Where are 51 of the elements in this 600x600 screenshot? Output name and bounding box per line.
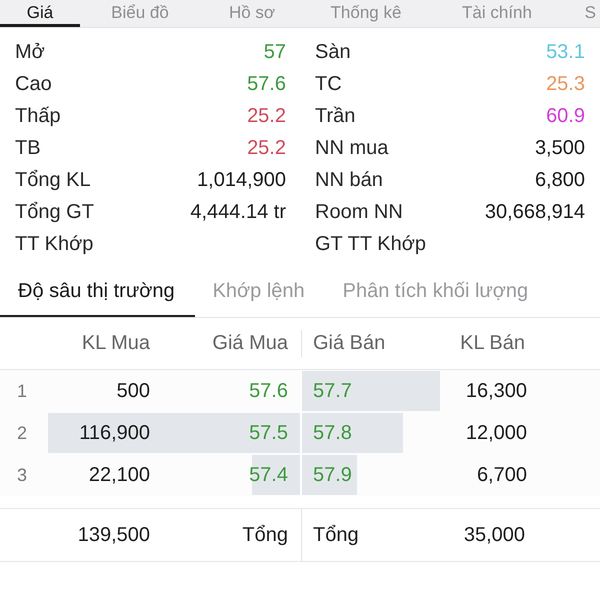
- ask-price: 57.8: [312, 422, 353, 444]
- ask-volume: 16,300: [466, 380, 528, 402]
- total-bid-volume: 139,500: [76, 524, 150, 546]
- stat-value: 6,800: [534, 168, 585, 192]
- ask-price: 57.7: [312, 380, 353, 402]
- stat-value: 3,500: [534, 136, 585, 160]
- stat-value: 25.3: [546, 72, 585, 96]
- ask-volume: 6,700: [476, 464, 528, 486]
- bid-price: 57.4: [248, 464, 289, 486]
- tab[interactable]: Độ sâu thị trường: [0, 270, 195, 317]
- column-header: Giá Bán: [312, 332, 386, 355]
- stat-label: TC: [315, 72, 342, 96]
- stat-label: Tổng GT: [15, 200, 94, 224]
- stat-label: Mở: [15, 40, 45, 64]
- bid-volume: 22,100: [88, 464, 150, 486]
- column-header: Giá Mua: [211, 332, 289, 355]
- stat-value: 1,014,900: [197, 168, 286, 192]
- stat-label: TT Khớp: [15, 232, 94, 256]
- row-number: 3: [16, 464, 28, 486]
- column-header: KL Bán: [460, 332, 526, 355]
- stat-value: 4,444.14 tr: [190, 200, 286, 224]
- ask-volume: 12,000: [466, 422, 528, 444]
- total-ask-volume: 35,000: [464, 524, 526, 546]
- stat-label: Cao: [15, 72, 52, 96]
- stat-label: Thấp: [15, 104, 61, 128]
- stat-value: 25.2: [247, 136, 286, 160]
- stat-label: GT TT Khớp: [315, 232, 426, 256]
- tab[interactable]: Giá: [0, 0, 80, 27]
- total-label: Tổng: [312, 524, 360, 546]
- stat-label: NN bán: [315, 168, 383, 192]
- column-header: KL Mua: [80, 332, 150, 355]
- stat-value: 57: [264, 40, 286, 64]
- stat-label: Trần: [315, 104, 356, 128]
- stat-label: NN mua: [315, 136, 388, 160]
- stat-value: 60.9: [546, 104, 585, 128]
- stat-value: 30,668,914: [484, 200, 585, 224]
- bid-volume: 500: [116, 380, 150, 402]
- stat-value: 57.6: [247, 72, 286, 96]
- total-label: Tổng: [241, 524, 289, 546]
- bid-price: 57.5: [248, 422, 289, 444]
- stat-label: Room NN: [315, 200, 403, 224]
- bid-volume: 116,900: [78, 422, 150, 444]
- stat-label: TB: [15, 136, 41, 160]
- stat-value: 53.1: [546, 40, 585, 64]
- row-number: 1: [16, 380, 28, 402]
- row-number: 2: [16, 422, 28, 444]
- bid-price: 57.6: [248, 380, 289, 402]
- stat-value: 25.2: [247, 104, 286, 128]
- stat-label: Sàn: [315, 40, 351, 64]
- ask-price: 57.9: [312, 464, 353, 486]
- stat-label: Tổng KL: [15, 168, 91, 192]
